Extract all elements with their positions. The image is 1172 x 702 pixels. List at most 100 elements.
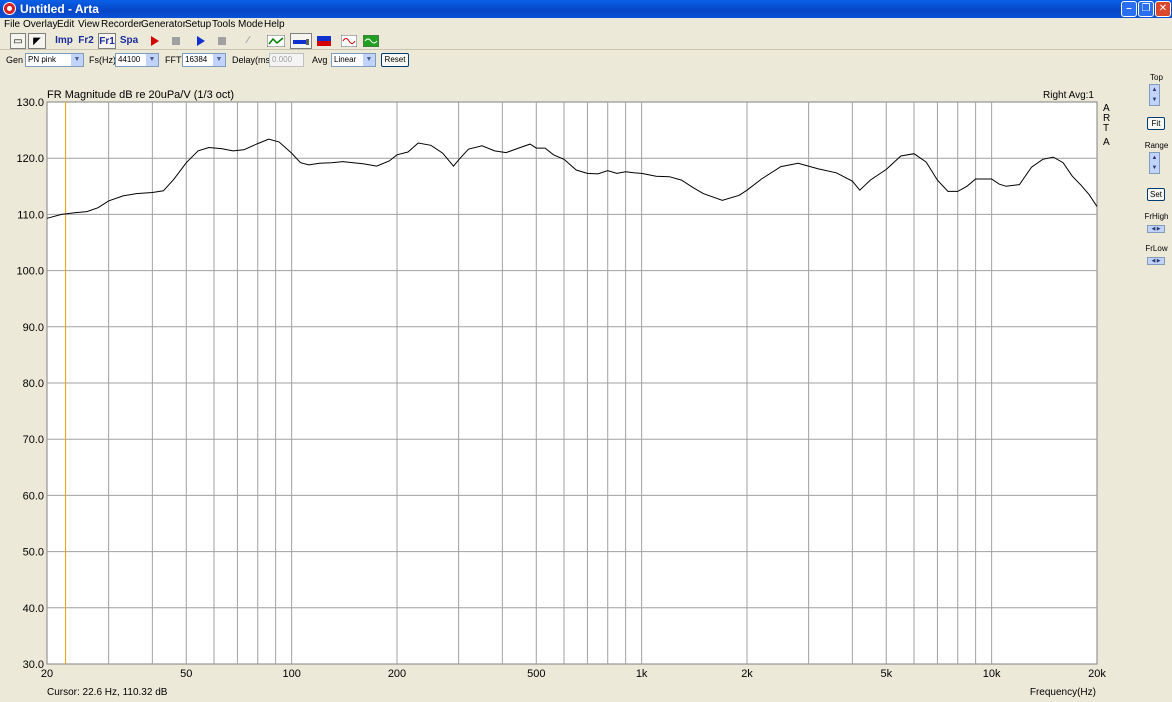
sample-rate-value: 44100: [118, 55, 141, 64]
frlow-label: FrLow: [1145, 244, 1168, 253]
record-level-icon: ⁄: [247, 35, 249, 46]
scope-button[interactable]: [340, 33, 358, 49]
imp-mode-button[interactable]: Imp: [53, 33, 75, 49]
generator-stop-button[interactable]: [216, 33, 228, 49]
menu-bar: File Overlay Edit View Recorder Generato…: [0, 18, 1172, 32]
chevron-down-icon[interactable]: ▼: [363, 54, 375, 66]
menu-edit[interactable]: Edit: [57, 19, 74, 30]
avg-label: Avg: [312, 55, 328, 65]
spectrum-icon: [362, 34, 380, 48]
x-tick-label: 20k: [1088, 668, 1106, 680]
chevron-up-icon[interactable]: ▲: [1150, 153, 1159, 163]
x-tick-label: 500: [527, 668, 545, 680]
arta-window: Untitled - Arta – ❐ ✕ File Overlay Edit …: [0, 0, 1172, 699]
scope-icon: [340, 34, 358, 48]
x-tick-label: 50: [180, 668, 192, 680]
frlow-stepper[interactable]: ◀ ▶: [1147, 257, 1165, 265]
maximize-button[interactable]: ❐: [1138, 1, 1154, 17]
watermark-letter: A: [1103, 137, 1110, 148]
frhigh-stepper[interactable]: ◀ ▶: [1147, 225, 1165, 233]
frequency-response-chart[interactable]: 30.040.050.060.070.080.090.0100.0110.012…: [0, 69, 1141, 699]
y-tick-label: 40.0: [23, 603, 44, 615]
chevron-down-icon[interactable]: ▼: [1150, 95, 1159, 105]
window-title: Untitled - Arta: [20, 2, 99, 16]
generator-select[interactable]: PN pink ▼: [25, 53, 84, 67]
cursor-readout: Cursor: 22.6 Hz, 110.32 dB: [47, 687, 168, 698]
chevron-down-icon[interactable]: ▼: [213, 54, 225, 66]
y-tick-label: 80.0: [23, 378, 44, 390]
menu-overlay[interactable]: Overlay: [23, 19, 57, 30]
set-button[interactable]: Set: [1147, 188, 1165, 201]
pointer-tool-button[interactable]: ◤: [28, 33, 46, 49]
menu-file[interactable]: File: [4, 19, 20, 30]
top-spinner[interactable]: ▲ ▼: [1149, 84, 1160, 106]
play-icon: [151, 36, 159, 46]
y-tick-label: 50.0: [23, 547, 44, 559]
y-tick-label: 110.0: [17, 209, 44, 221]
x-tick-label: 100: [282, 668, 300, 680]
menu-mode[interactable]: Mode: [238, 19, 263, 30]
plot-area[interactable]: 30.0 40.0 50.0 60.0 70.0 80.0 90.0 100.0 110.0 12…: [0, 69, 1141, 699]
watermark-letter: T: [1103, 123, 1109, 134]
chevron-down-icon[interactable]: ▼: [1150, 163, 1159, 173]
menu-setup[interactable]: Setup: [185, 19, 211, 30]
menu-view[interactable]: View: [78, 19, 100, 30]
gen-label: Gen: [6, 55, 24, 65]
record-stop-button[interactable]: [170, 33, 182, 49]
fr2-mode-button[interactable]: Fr2: [77, 33, 95, 49]
averaging-select[interactable]: Linear ▼: [331, 53, 376, 67]
chevron-up-icon[interactable]: ▲: [1150, 85, 1159, 95]
averaging-value: Linear: [334, 55, 357, 64]
generator-play-button[interactable]: [194, 33, 208, 49]
fft-size-select[interactable]: 16384 ▼: [182, 53, 226, 67]
fr1-mode-button[interactable]: Fr1: [98, 33, 116, 49]
x-tick-label: 10k: [983, 668, 1001, 680]
stop-icon: [218, 37, 226, 45]
minimize-button[interactable]: –: [1121, 1, 1137, 17]
x-tick-label: 20: [41, 668, 53, 680]
menu-recorder[interactable]: Recorder: [101, 19, 142, 30]
menu-generator[interactable]: Generator: [141, 19, 186, 30]
menu-tools[interactable]: Tools: [212, 19, 235, 30]
x-tick-label: 1k: [636, 668, 648, 680]
range-label: Range: [1144, 141, 1169, 150]
y-tick-label: 120.0: [16, 153, 44, 165]
overlay-icon: [266, 34, 286, 48]
new-document-button[interactable]: ▭: [10, 33, 26, 49]
spectrum-button[interactable]: [362, 33, 380, 49]
delay-label: Delay(ms): [232, 55, 274, 65]
color-bar-icon: [317, 36, 331, 46]
fit-button[interactable]: Fit: [1147, 117, 1165, 130]
y-tick-label: 70.0: [23, 434, 44, 446]
y-tick-label: 90.0: [23, 322, 44, 334]
range-spinner[interactable]: ▲ ▼: [1149, 152, 1160, 174]
arta-watermark: A R T A: [1103, 103, 1110, 148]
overlay-button[interactable]: [266, 33, 286, 49]
sample-rate-select[interactable]: 44100 ▼: [115, 53, 159, 67]
probe-button[interactable]: [290, 33, 312, 49]
y-tick-label: 100.0: [16, 266, 44, 278]
channel-info: Right Avg:1: [1043, 90, 1094, 101]
spa-mode-button[interactable]: Spa: [118, 33, 140, 49]
y-tick-label: 130.0: [16, 97, 44, 109]
probe-icon: [293, 39, 309, 45]
reset-button[interactable]: Reset: [381, 53, 409, 67]
x-axis-label: Frequency(Hz): [1030, 687, 1096, 698]
title-bar[interactable]: Untitled - Arta – ❐ ✕: [0, 0, 1172, 18]
new-document-icon: ▭: [13, 36, 23, 47]
delay-input[interactable]: 0.000: [269, 53, 304, 67]
menu-help[interactable]: Help: [264, 19, 285, 30]
record-play-button[interactable]: [148, 33, 162, 49]
close-button[interactable]: ✕: [1155, 1, 1171, 17]
toolbar: ▭ ◤ Imp Fr2 Fr1 Spa ⁄: [0, 32, 1172, 50]
x-tick-label: 200: [388, 668, 406, 680]
arta-app-icon[interactable]: [3, 2, 16, 15]
chevron-down-icon[interactable]: ▼: [146, 54, 158, 66]
color-button[interactable]: [316, 33, 332, 49]
chevron-down-icon[interactable]: ▼: [71, 54, 83, 66]
record-level-button[interactable]: ⁄: [240, 33, 256, 49]
chart-title: FR Magnitude dB re 20uPa/V (1/3 oct): [47, 89, 234, 101]
x-tick-label: 2k: [741, 668, 753, 680]
top-label: Top: [1150, 73, 1163, 82]
frhigh-label: FrHigh: [1144, 212, 1169, 221]
